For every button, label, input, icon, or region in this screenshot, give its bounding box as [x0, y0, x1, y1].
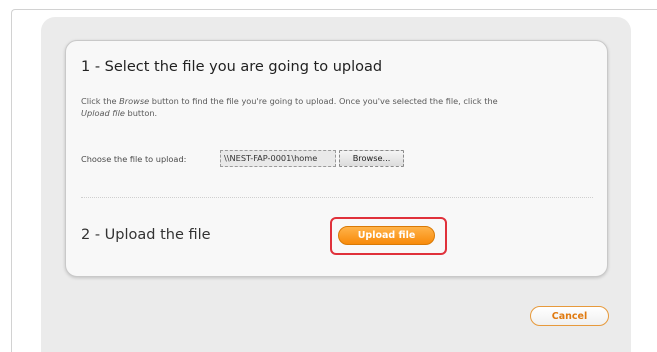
upload-file-button[interactable]: Upload file — [338, 226, 435, 245]
instructions-text-1: Click the — [81, 96, 120, 106]
section-divider — [81, 197, 593, 198]
upload-instructions: Click the Browse button to find the file… — [81, 96, 591, 119]
step2-title: 2 - Upload the file — [81, 227, 211, 243]
browse-button[interactable]: Browse... — [339, 150, 404, 167]
instructions-upload-word: Upload file — [81, 107, 125, 118]
cancel-button[interactable]: Cancel — [530, 306, 609, 326]
file-path-input[interactable]: \\NEST-FAP-0001\home — [220, 150, 336, 167]
upload-steps-card: 1 - Select the file you are going to upl… — [65, 40, 608, 277]
step1-title: 1 - Select the file you are going to upl… — [81, 59, 383, 75]
instructions-browse-word: Browse — [119, 96, 150, 106]
instructions-text-2: button to find the file you're going to … — [149, 96, 498, 106]
choose-file-label: Choose the file to upload: — [81, 154, 187, 164]
instructions-text-3: button. — [124, 107, 158, 118]
